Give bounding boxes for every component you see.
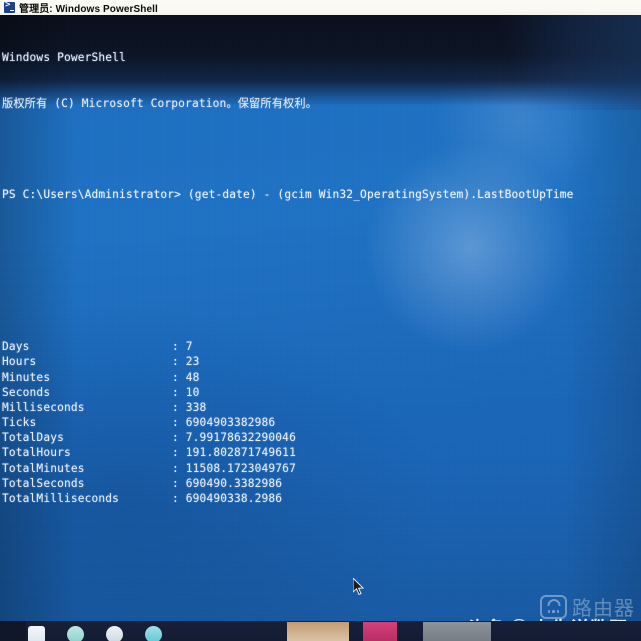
output-value: 23 [185, 355, 200, 369]
taskbar-window-2[interactable] [363, 622, 397, 641]
router-leds [547, 609, 560, 613]
output-key: Seconds [2, 385, 51, 399]
output-key: TotalHours [2, 446, 71, 460]
output-key: Milliseconds [2, 400, 85, 414]
windows-taskbar[interactable] [0, 621, 641, 641]
output-separator: : [172, 355, 179, 369]
taskbar-window-3[interactable] [423, 622, 491, 641]
output-separator: : [172, 400, 179, 414]
taskbar-window-1[interactable] [287, 622, 349, 641]
output-separator: : [172, 446, 179, 460]
output-value: 338 [185, 400, 207, 414]
output-row: Minutes: 48 [2, 370, 641, 385]
console-banner-line-2: 版权所有 (C) Microsoft Corporation。保留所有权利。 [2, 97, 318, 110]
output-row: Seconds: 10 [2, 385, 641, 400]
output-value: 191.802871749611 [185, 446, 296, 460]
output-separator: : [172, 492, 179, 506]
output-key: TotalSeconds [2, 476, 85, 490]
taskbar-pinned-icons[interactable] [28, 626, 162, 641]
console-output[interactable]: Windows PowerShell 版权所有 (C) Microsoft Co… [0, 15, 641, 621]
taskbar-icon-4[interactable] [145, 626, 162, 641]
output-separator: : [172, 340, 179, 354]
taskbar-icon-2[interactable] [67, 626, 84, 641]
output-value: 690490338.2986 [185, 492, 283, 506]
output-row: TotalDays: 7.99178632290046 [2, 430, 641, 445]
powershell-icon [4, 0, 15, 13]
output-key: Hours [2, 355, 37, 369]
output-row: TotalHours: 191.802871749611 [2, 445, 641, 460]
output-separator: : [172, 476, 179, 490]
taskbar-icon-1[interactable] [28, 626, 45, 641]
output-row: TotalMinutes: 11508.1723049767 [2, 461, 641, 476]
output-separator: : [172, 416, 179, 430]
console-banner-line-1: Windows PowerShell [2, 51, 126, 65]
output-key: TotalMinutes [2, 461, 85, 475]
console-blank-line-2 [2, 233, 641, 248]
output-separator: : [172, 370, 179, 384]
output-separator: : [172, 385, 179, 399]
output-row: TotalMilliseconds: 690490338.2986 [2, 491, 641, 506]
output-value: 48 [185, 370, 200, 384]
wifi-arc-icon [547, 598, 560, 606]
output-separator: : [172, 461, 179, 475]
output-key: Days [2, 340, 30, 354]
taskbar-start-area[interactable] [0, 621, 26, 641]
console-prompt: PS C:\Users\Administrator> [2, 188, 182, 202]
output-value: 7.99178632290046 [185, 431, 296, 445]
console-command: (get-date) - (gcim Win32_OperatingSystem… [187, 188, 574, 202]
window-title: 管理员: Windows PowerShell [19, 4, 158, 15]
output-value: 11508.1723049767 [185, 461, 296, 475]
powershell-screenshot: 管理员: Windows PowerShell Windows PowerShe… [0, 0, 641, 641]
output-row: TotalSeconds: 690490.3382986 [2, 476, 641, 491]
output-row: Hours: 23 [2, 354, 641, 369]
taskbar-icon-3[interactable] [106, 626, 123, 641]
console-command-line: PS C:\Users\Administrator> (get-date) - … [2, 187, 641, 202]
output-row: Milliseconds: 338 [2, 400, 641, 415]
console-blank-line-3 [2, 278, 641, 293]
output-row: Ticks: 6904903382986 [2, 415, 641, 430]
output-value: 10 [185, 385, 200, 399]
window-titlebar[interactable]: 管理员: Windows PowerShell [0, 0, 641, 15]
mouse-pointer-icon [353, 578, 365, 596]
output-value: 6904903382986 [185, 416, 276, 430]
output-value: 7 [185, 340, 193, 354]
output-key: TotalMilliseconds [2, 492, 120, 506]
output-key: Ticks [2, 416, 37, 430]
output-key: Minutes [2, 370, 51, 384]
output-separator: : [172, 431, 179, 445]
console-blank-line-4 [2, 552, 641, 567]
output-key: TotalDays [2, 431, 64, 445]
output-value: 690490.3382986 [185, 476, 283, 490]
output-row: Days: 7 [2, 339, 641, 354]
console-result-block: Days: 7 Hours: 23 Minutes: 48 Seconds: 10 Mi… [2, 339, 641, 506]
